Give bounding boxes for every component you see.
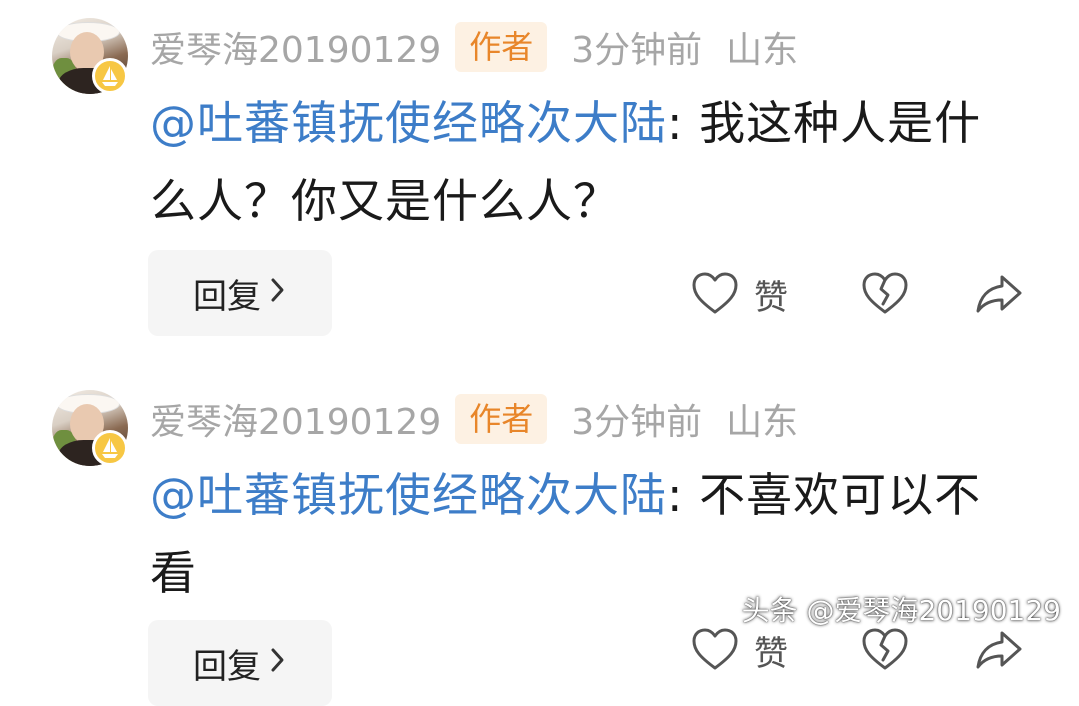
reply-button[interactable]: 回复 [148,250,332,336]
share-button[interactable] [974,620,1024,680]
comment-meta: 爱琴海20190129 作者 3分钟前 山东 [150,22,798,72]
broken-heart-icon [862,272,908,314]
like-button[interactable]: 赞 [690,620,788,680]
mention-link[interactable]: @吐蕃镇抚使经略次大陆 [150,96,667,150]
reply-button[interactable]: 回复 [148,620,332,706]
chevron-right-icon [269,273,287,313]
timestamp: 3分钟前 [571,402,703,443]
comment-actions: 赞 [690,620,1050,680]
like-button[interactable]: 赞 [690,264,788,324]
reply-label: 回复 [193,646,261,687]
like-label: 赞 [754,277,788,318]
boat-badge-icon [92,430,128,466]
heart-icon [692,272,738,314]
comment-item: 爱琴海20190129 作者 3分钟前 山东 @吐蕃镇抚使经略次大陆: 我这种人… [0,0,1079,360]
username[interactable]: 爱琴海20190129 [150,21,441,73]
share-button[interactable] [974,264,1024,324]
boat-badge-icon [92,58,128,94]
dislike-button[interactable] [860,264,910,324]
timestamp: 3分钟前 [571,30,703,71]
reply-label: 回复 [193,276,261,317]
username[interactable]: 爱琴海20190129 [150,393,441,445]
chevron-right-icon [269,643,287,683]
comment-text: @吐蕃镇抚使经略次大陆: 我这种人是什么人？你又是什么人？ [150,84,1010,240]
share-arrow-icon [976,631,1022,669]
like-label: 赞 [754,633,788,674]
share-arrow-icon [976,275,1022,313]
comment-actions: 赞 [690,264,1050,324]
heart-icon [692,628,738,670]
comment-meta: 爱琴海20190129 作者 3分钟前 山东 [150,394,798,444]
dislike-button[interactable] [860,620,910,680]
location: 山东 [726,402,799,443]
location: 山东 [726,30,799,71]
watermark: 头条 @爱琴海20190129 [741,594,1061,627]
author-tag: 作者 [455,22,548,72]
author-tag: 作者 [455,394,548,444]
mention-link[interactable]: @吐蕃镇抚使经略次大陆 [150,468,667,522]
broken-heart-icon [862,628,908,670]
